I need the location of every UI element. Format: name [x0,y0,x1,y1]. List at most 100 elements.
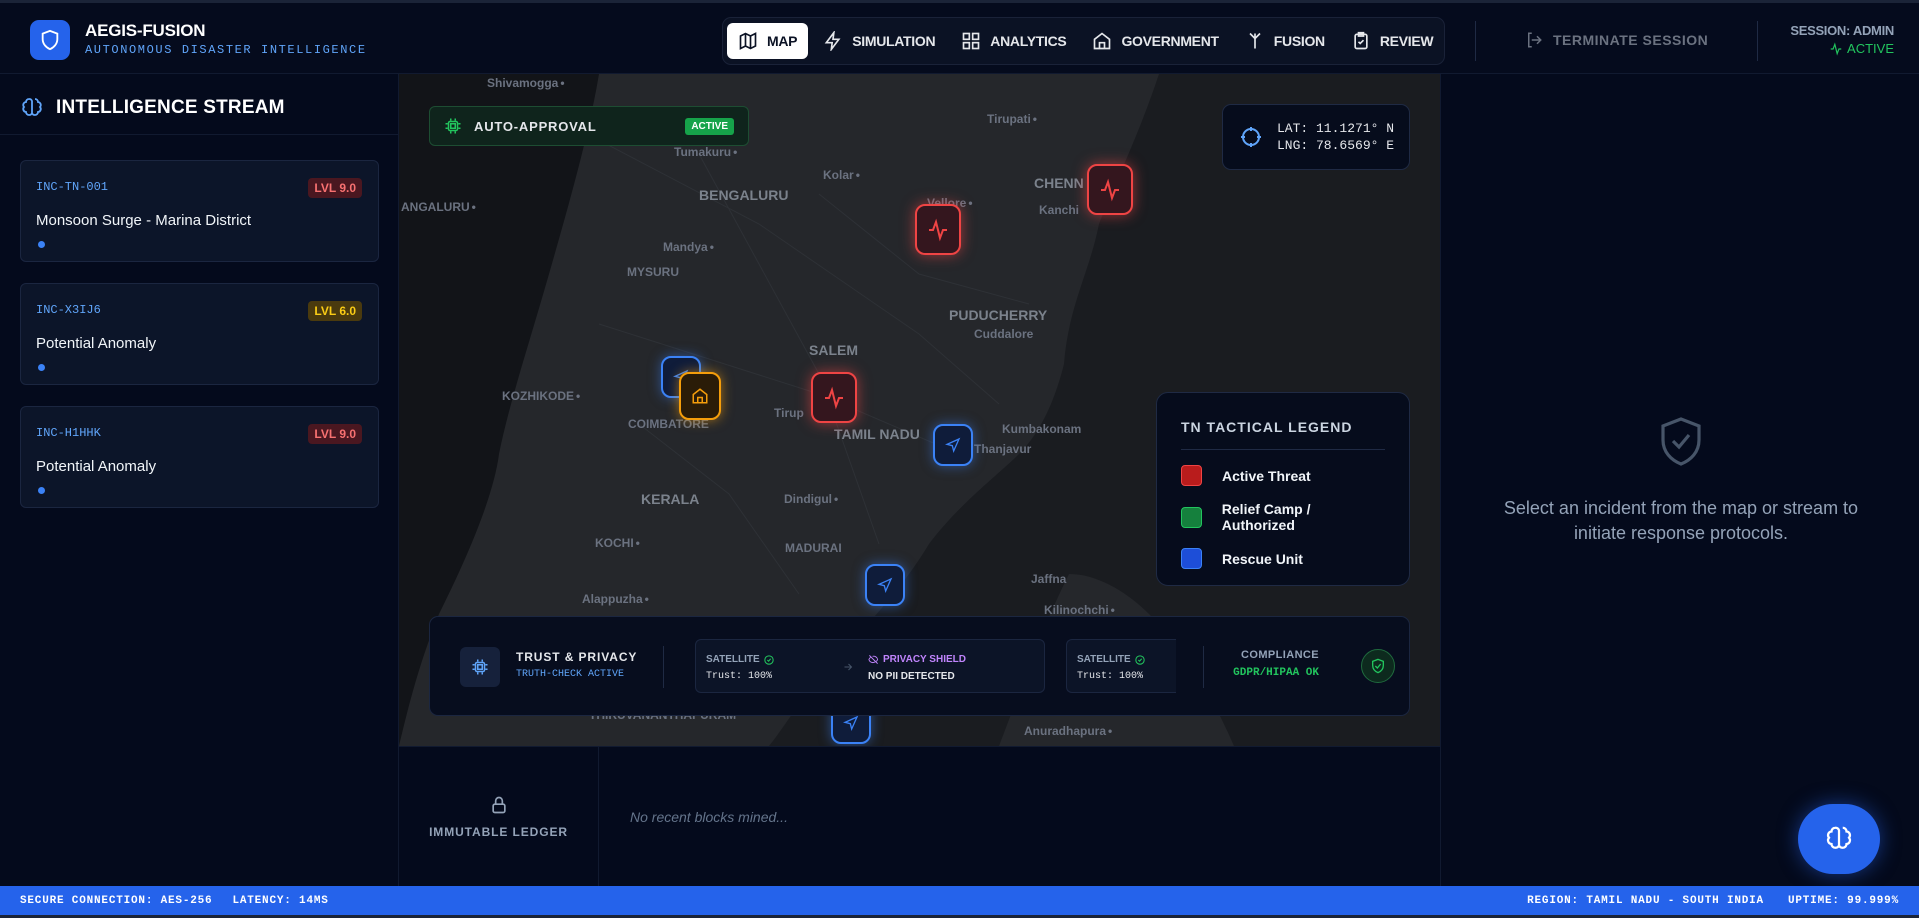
shield-check-icon [1661,417,1701,466]
source-trust: Trust: 100% [706,671,773,682]
session-status-text: ACTIVE [1847,41,1894,56]
status-bar: SECURE CONNECTION: AES-256 LATENCY: 14MS… [0,886,1919,915]
incident-id: INC-X3IJ6 [36,303,101,317]
trust-title: TRUST & PRIVACY [516,650,638,664]
map-label: ANGALURU [401,200,476,214]
stream-title-text: INTELLIGENCE STREAM [56,97,285,118]
uptime-status: UPTIME: 99.999% [1787,894,1899,907]
map-label: KOZHIKODE [502,389,580,403]
privacy-shield-label: PRIVACY SHIELD [883,654,966,665]
lock-icon [491,796,506,814]
eye-off-icon [868,655,879,664]
incident-title: Potential Anomaly [36,335,157,352]
map-label: Kumbakonam [1002,422,1082,436]
threat-marker[interactable] [915,204,961,255]
map-label: MYSURU [627,265,680,279]
map-label: TAMIL NADU [834,426,920,442]
tactical-map[interactable]: Shivamogga Tumakuru Tirupati Kolar BENGA… [399,74,1440,746]
merge-icon [1249,32,1261,49]
data-source-chip: SATELLITE Trust: 100% PRIVACY SHIELD NO … [695,639,1045,693]
home-icon [692,388,708,404]
tab-simulation-label: SIMULATION [852,33,936,49]
source-label: SATELLITE [1077,654,1131,665]
relief-camp-marker[interactable] [679,372,721,420]
rescue-unit-marker[interactable] [865,564,905,606]
divider [0,134,399,135]
map-label: PUDUCHERRY [949,307,1048,323]
threat-marker[interactable] [1087,164,1133,215]
incident-title: Potential Anomaly [36,458,157,475]
navigation-icon [945,437,961,453]
map-label: Kanchi [1039,203,1080,217]
ai-assistant-button[interactable] [1798,804,1880,874]
map-label: KOCHI [595,536,640,550]
tab-analytics[interactable]: ANALYTICS [950,23,1077,59]
session-info: SESSION: ADMIN ACTIVE [1790,23,1894,56]
map-label: Kolar [823,168,860,182]
map-icon [739,32,757,50]
map-label: Mandya [663,240,714,254]
legend-label: Rescue Unit [1222,550,1303,567]
ledger-empty-message: No recent blocks mined... [630,809,788,825]
map-label: Kilinochchi [1044,603,1115,617]
tab-analytics-label: ANALYTICS [990,33,1067,49]
map-label: Alappuzha [582,592,649,606]
connection-status: SECURE CONNECTION: AES-256 [20,894,213,907]
legend-swatch-threat [1181,465,1202,486]
map-label: MADURAI [785,541,842,555]
incident-title: Monsoon Surge - Marina District [36,212,252,229]
immutable-ledger-panel: IMMUTABLE LEDGER No recent blocks mined.… [399,746,1440,887]
threat-marker[interactable] [811,372,857,423]
incident-level-badge: LVL 6.0 [308,301,362,321]
tab-map-label: MAP [767,33,798,49]
auto-approval-toggle[interactable]: AUTO-APPROVAL ACTIVE [429,106,749,146]
map-label: Shivamogga [487,76,565,90]
terminate-session-label: TERMINATE SESSION [1553,32,1709,48]
legend-item: Relief Camp / Authorized [1181,501,1385,533]
incident-id: INC-H1HHK [36,426,101,440]
arrow-right-icon [844,663,853,671]
activity-icon [1101,178,1119,201]
compliance-value: GDPR/HIPAA OK [1233,667,1319,679]
grid-icon [962,32,980,50]
map-label: Tirup [774,406,804,420]
main-nav: MAP SIMULATION ANALYTICS GOVERNMENT FUSI… [722,17,1445,65]
tab-fusion-label: FUSION [1273,33,1325,49]
legend-swatch-rescue [1181,548,1202,569]
ledger-label: IMMUTABLE LEDGER [429,825,568,839]
tab-review-label: REVIEW [1379,33,1434,49]
shield-logo-icon [30,20,70,60]
header-divider [1475,21,1476,61]
incident-card[interactable]: INC-H1HHK LVL 9.0 Potential Anomaly [20,406,379,508]
legend-title: TN TACTICAL LEGEND [1181,419,1385,450]
tab-fusion[interactable]: FUSION [1234,23,1336,59]
tab-government[interactable]: GOVERNMENT [1081,23,1229,59]
rescue-unit-marker[interactable] [933,424,973,466]
incident-id: INC-TN-001 [36,180,109,194]
clipboard-check-icon [1354,31,1368,50]
incident-card[interactable]: INC-TN-001 LVL 9.0 Monsoon Surge - Marin… [20,160,379,262]
map-label: CHENN [1034,175,1084,191]
map-label: Jaffna [1031,572,1067,586]
incident-level-badge: LVL 9.0 [308,178,362,198]
details-placeholder: Select an incident from the map or strea… [1503,498,1859,543]
tab-review[interactable]: REVIEW [1340,23,1444,59]
source-name: SATELLITE [1077,654,1145,665]
map-label: Dindigul [784,492,838,506]
navigation-icon [877,577,893,593]
source-label: SATELLITE [706,654,760,665]
tab-simulation[interactable]: SIMULATION [812,23,946,59]
shield-check-icon [1361,649,1395,683]
cpu-icon [445,118,461,134]
legend-item: Active Threat [1181,465,1385,486]
map-label: Tumakuru [674,145,737,159]
incident-details-panel: Select an incident from the map or strea… [1440,74,1919,886]
legend-swatch-relief [1181,506,1202,528]
tab-map[interactable]: MAP [727,23,809,59]
compliance-status: COMPLIANCE GDPR/HIPAA OK [1233,649,1319,679]
crosshair-icon [1241,127,1261,147]
terminate-session-button[interactable]: TERMINATE SESSION [1525,31,1708,49]
map-label: Anuradhapura [1024,724,1112,738]
incident-card[interactable]: INC-X3IJ6 LVL 6.0 Potential Anomaly [20,283,379,385]
auto-approval-badge: ACTIVE [685,117,734,135]
